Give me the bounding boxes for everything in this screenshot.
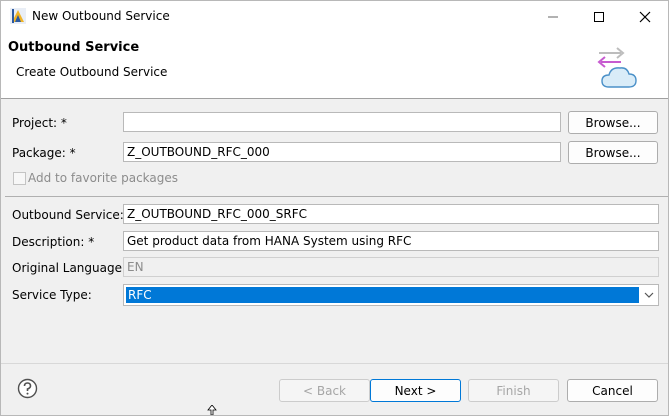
wizard-banner: Outbound Service Create Outbound Service [1,32,668,99]
window-title: New Outbound Service [32,9,170,23]
title-bar: New Outbound Service [1,1,668,32]
close-button[interactable] [622,1,668,32]
language-label: Original Language: [12,261,127,275]
service-type-value: RFC [126,287,639,303]
page-subtitle: Create Outbound Service [16,65,168,79]
description-label: Description: * [12,235,95,249]
cursor-icon [207,405,217,415]
minimize-icon [548,16,558,17]
page-title: Outbound Service [8,40,140,55]
help-icon[interactable] [17,378,38,399]
package-input[interactable]: Z_OUTBOUND_RFC_000 [123,142,561,162]
next-button[interactable]: Next > [370,379,461,402]
package-label: Package: * [12,146,76,160]
outbound-cloud-icon [597,47,637,88]
divider [5,196,668,197]
back-button[interactable]: < Back [279,379,370,402]
close-icon [639,11,651,22]
service-type-select[interactable]: RFC [123,284,659,306]
project-label: Project: * [12,116,67,130]
service-type-label: Service Type: [12,288,92,302]
cancel-button[interactable]: Cancel [567,379,658,402]
finish-button[interactable]: Finish [468,379,559,402]
maximize-icon [594,11,604,22]
favorite-label: Add to favorite packages [28,171,179,185]
description-input[interactable]: Get product data from HANA System using … [123,231,659,251]
app-icon [10,8,26,24]
favorite-checkbox[interactable] [13,172,26,185]
minimize-button[interactable] [530,1,576,32]
dialog-window: New Outbound Service Outbound Service Cr… [0,0,669,416]
project-browse-button[interactable]: Browse... [568,111,658,134]
outbound-service-label: Outbound Service: * [12,208,134,222]
chevron-down-icon [644,292,654,298]
language-input: EN [123,257,659,277]
footer-divider [1,363,668,364]
maximize-button[interactable] [576,1,622,32]
package-browse-button[interactable]: Browse... [568,141,658,164]
outbound-service-input[interactable]: Z_OUTBOUND_RFC_000_SRFC [123,204,659,224]
project-input[interactable] [123,112,561,132]
